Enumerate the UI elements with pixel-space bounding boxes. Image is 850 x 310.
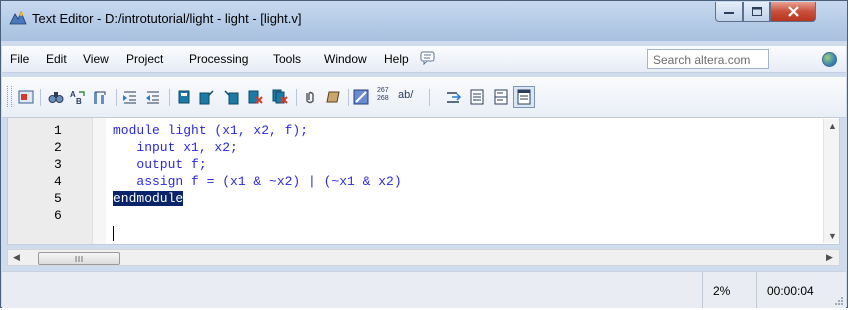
indent-icon[interactable] (122, 89, 138, 105)
view-full-toggle[interactable] (513, 86, 535, 108)
menu-tools[interactable]: Tools (273, 52, 301, 66)
line-number: 2 (54, 140, 62, 155)
line-number: 3 (54, 157, 62, 172)
quartus-app-icon (9, 10, 27, 25)
view-document-icon[interactable] (469, 89, 485, 105)
status-bar: 2% 00:00:04 (2, 271, 846, 308)
close-icon (787, 6, 799, 17)
toolbar: AB 267 268 ab/ (2, 77, 846, 118)
line-wrap-icon[interactable] (446, 89, 462, 105)
toggle-bookmark-icon[interactable] (176, 89, 192, 105)
minimize-button[interactable] (715, 2, 743, 22)
window-title: Text Editor - D:/introtutorial/light - l… (32, 11, 302, 26)
maximize-button[interactable] (743, 2, 770, 22)
horizontal-scrollbar[interactable]: ◀ ▶ (7, 249, 840, 266)
menu-view[interactable]: View (83, 52, 109, 66)
scroll-left-arrow-icon[interactable]: ◀ (13, 252, 20, 263)
prev-bookmark-icon[interactable] (224, 89, 240, 105)
toolbar-separator (348, 89, 349, 106)
code-line-3[interactable]: output f; (113, 157, 206, 172)
resize-grip-icon[interactable] (834, 296, 844, 306)
line-number: 1 (54, 123, 62, 138)
toolbar-separator (169, 89, 170, 106)
vertical-scrollbar[interactable]: ▲ ▼ (823, 119, 839, 243)
feedback-icon[interactable] (420, 51, 436, 65)
next-bookmark-icon[interactable] (198, 89, 214, 105)
code-line-1[interactable]: module light (x1, x2, f); (113, 123, 308, 138)
close-button[interactable] (770, 2, 816, 22)
svg-text:B: B (76, 97, 82, 105)
attachment-icon[interactable] (302, 89, 318, 105)
menu-edit[interactable]: Edit (46, 52, 67, 66)
line-number: 4 (54, 174, 62, 189)
code-line-5-selected[interactable]: endmodule (113, 191, 184, 206)
menu-bar: File Edit View Project Processing Tools … (2, 46, 846, 73)
scroll-right-arrow-icon[interactable]: ▶ (826, 252, 833, 263)
goto-line-icon[interactable] (92, 89, 108, 105)
menu-processing[interactable]: Processing (189, 52, 248, 66)
code-line-4[interactable]: assign f = (x1 & ~x2) | (~x1 & x2) (113, 174, 401, 189)
menu-window[interactable]: Window (324, 52, 367, 66)
clear-bookmark-icon[interactable] (247, 89, 263, 105)
view-full-icon (517, 89, 531, 105)
minimize-icon (724, 11, 734, 14)
clear-all-bookmarks-icon[interactable] (272, 89, 288, 105)
globe-icon[interactable] (822, 52, 837, 67)
gutter-margin (92, 118, 106, 244)
text-caret (113, 226, 114, 241)
search-placeholder: Search altera.com (653, 53, 751, 67)
grip-icon (75, 255, 83, 262)
status-divider (756, 272, 757, 308)
toolbar-grip[interactable] (7, 86, 12, 107)
elapsed-time: 00:00:04 (767, 284, 814, 298)
insert-template-icon[interactable] (18, 89, 34, 105)
text-editor-window: Text Editor - D:/introtutorial/light - l… (0, 0, 848, 308)
line-number-toggle[interactable]: 267 268 (377, 87, 389, 103)
title-bar[interactable]: Text Editor - D:/introtutorial/light - l… (1, 1, 847, 41)
menu-help[interactable]: Help (384, 52, 409, 66)
find-replace-icon[interactable]: AB (70, 89, 86, 105)
maximize-icon (751, 7, 762, 16)
uncomment-block-icon[interactable] (353, 89, 369, 105)
toolbar-separator (296, 89, 297, 106)
toolbar-separator (429, 89, 430, 106)
case-toggle[interactable]: ab/ (398, 89, 413, 101)
code-editor[interactable]: 1 2 3 4 5 6 module light (x1, x2, f); in… (7, 117, 840, 245)
find-icon[interactable] (48, 89, 64, 105)
line-number: 6 (54, 208, 62, 223)
toolbar-separator (116, 89, 117, 106)
unindent-icon[interactable] (145, 89, 161, 105)
comment-block-icon[interactable] (326, 89, 342, 105)
code-line-2[interactable]: input x1, x2; (113, 140, 237, 155)
status-divider (702, 272, 703, 308)
search-field[interactable]: Search altera.com (647, 49, 769, 69)
scroll-down-arrow-icon[interactable]: ▼ (828, 231, 837, 241)
scroll-up-arrow-icon[interactable]: ▲ (828, 121, 837, 131)
toolbar-separator (40, 89, 41, 106)
view-split-icon[interactable] (493, 89, 509, 105)
menu-file[interactable]: File (10, 52, 29, 66)
zoom-status: 2% (713, 284, 731, 298)
horizontal-scroll-thumb[interactable] (38, 252, 120, 265)
line-number: 5 (54, 191, 62, 206)
menu-project[interactable]: Project (126, 52, 163, 66)
